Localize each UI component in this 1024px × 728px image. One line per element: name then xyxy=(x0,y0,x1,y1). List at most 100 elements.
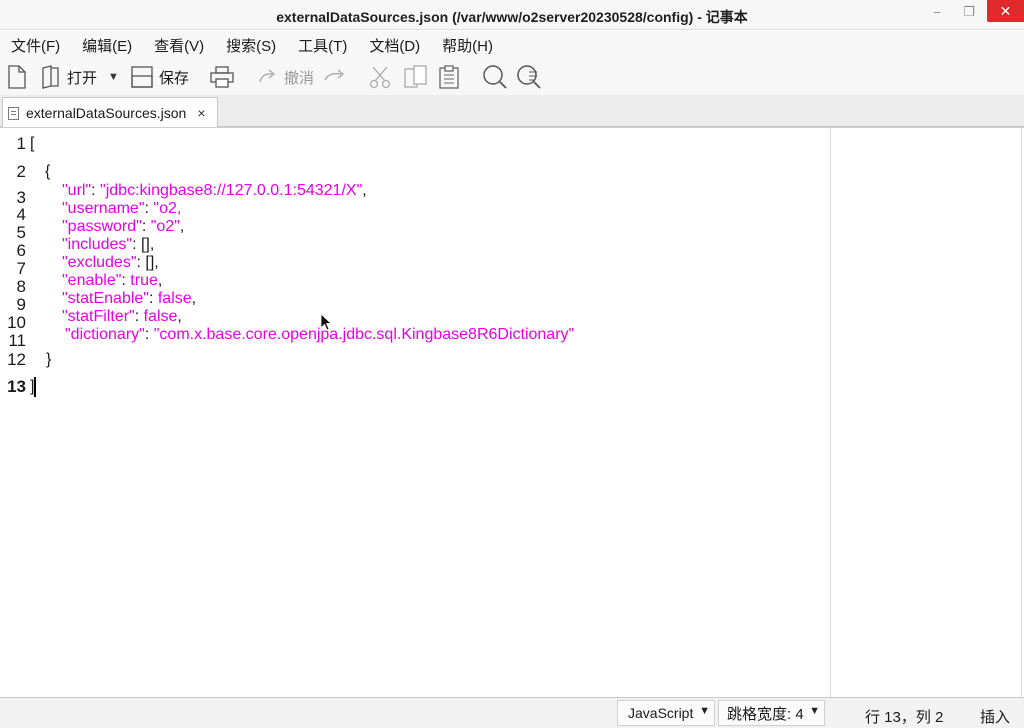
mouse-pointer-icon xyxy=(320,313,333,331)
text-caret xyxy=(34,377,36,397)
replace-button[interactable] xyxy=(516,59,542,95)
menu-search[interactable]: 搜索(S) xyxy=(226,35,276,56)
editor-edge xyxy=(1021,128,1022,698)
code-line: "includes": [], xyxy=(62,236,155,253)
json-key: "url" xyxy=(62,182,92,199)
tab-externaldatasources[interactable]: externalDataSources.json × xyxy=(2,97,218,128)
document-icon xyxy=(8,106,19,120)
json-value: false xyxy=(157,290,192,307)
menu-edit[interactable]: 编辑(E) xyxy=(82,35,132,56)
replace-icon xyxy=(517,65,541,89)
json-key: "excludes" xyxy=(62,254,137,271)
undo-label: 撤消 xyxy=(284,69,315,87)
toolbar: 打开 ▼ 保存 撤消 xyxy=(0,59,1024,95)
save-icon xyxy=(131,66,153,88)
new-file-button[interactable] xyxy=(7,59,27,95)
open-label: 打开 xyxy=(67,69,98,87)
print-button[interactable] xyxy=(210,59,234,95)
open-dropdown-arrow[interactable]: ▼ xyxy=(108,59,119,95)
line-number: 10 xyxy=(7,313,26,332)
insert-mode-indicator[interactable]: 插入 xyxy=(980,706,1010,727)
code-line: [ xyxy=(30,135,35,152)
code-line: "excludes": [], xyxy=(62,254,159,271)
undo-button[interactable]: 撤消 xyxy=(258,59,314,95)
status-bar: JavaScript ▼ 跳格宽度: 4 ▼ 行 13，列 2 插入 xyxy=(0,697,1024,728)
json-key: "password" xyxy=(62,218,142,235)
json-value: [], xyxy=(145,254,159,271)
line-number: 5 xyxy=(16,223,26,242)
tab-width-label: 跳格宽度: 4 xyxy=(727,705,804,723)
save-label: 保存 xyxy=(159,69,190,87)
line-number: 7 xyxy=(16,259,26,278)
title-bar: externalDataSources.json (/var/www/o2ser… xyxy=(0,0,1024,30)
close-button[interactable]: ✕ xyxy=(987,0,1024,22)
line-number: 2 xyxy=(16,162,26,181)
line-number: 11 xyxy=(8,331,26,350)
json-key: "dictionary" xyxy=(65,326,145,343)
copy-button[interactable] xyxy=(404,59,428,95)
maximize-button[interactable]: ❐ xyxy=(954,0,984,24)
tab-label: externalDataSources.json xyxy=(26,105,187,121)
json-value: "o2" xyxy=(150,218,180,235)
window-title: externalDataSources.json (/var/www/o2ser… xyxy=(276,9,748,25)
code-line: "statFilter": false, xyxy=(62,308,182,325)
json-value: [], xyxy=(140,236,155,253)
find-button[interactable] xyxy=(482,59,508,95)
print-icon xyxy=(210,66,234,88)
line-number: 12 xyxy=(7,350,26,369)
code-line: { xyxy=(45,163,51,180)
cursor-position: 行 13，列 2 xyxy=(865,709,944,726)
menu-documents[interactable]: 文档(D) xyxy=(369,35,420,56)
tab-width-selector[interactable]: 跳格宽度: 4 ▼ xyxy=(718,700,825,726)
language-label: JavaScript xyxy=(628,705,694,721)
cut-button[interactable] xyxy=(369,59,391,95)
paste-button[interactable] xyxy=(438,59,460,95)
paste-icon xyxy=(439,65,459,89)
open-file-icon xyxy=(42,65,59,89)
json-key: "username" xyxy=(62,200,145,217)
menu-bar: 文件(F) 编辑(E) 查看(V) 搜索(S) 工具(T) 文档(D) 帮助(H… xyxy=(0,31,1024,59)
undo-icon xyxy=(259,69,276,83)
json-value: false xyxy=(143,308,178,325)
minimize-button[interactable]: − xyxy=(922,0,952,24)
json-value: "jdbc:kingbase8://127.0.0.1:54321/X" xyxy=(100,182,363,199)
chevron-down-icon: ▼ xyxy=(809,705,820,717)
redo-icon xyxy=(324,69,345,81)
code-line: "url": "jdbc:kingbase8://127.0.0.1:54321… xyxy=(62,182,367,199)
code-line: } xyxy=(46,351,52,368)
text-editor[interactable]: 1 2 3 4 5 6 7 8 9 10 11 12 13 [ { "url":… xyxy=(0,127,1024,698)
line-number: 9 xyxy=(16,295,26,314)
menu-tools[interactable]: 工具(T) xyxy=(298,35,347,56)
json-value: "com.x.base.core.openjpa.jdbc.sql.Kingba… xyxy=(153,326,575,343)
code-line: "enable": true, xyxy=(62,272,163,289)
line-number: 6 xyxy=(16,241,26,260)
json-key: "enable" xyxy=(62,272,122,289)
open-button[interactable]: 打开 xyxy=(41,59,97,95)
find-icon xyxy=(483,65,507,89)
menu-view[interactable]: 查看(V) xyxy=(154,35,204,56)
language-selector[interactable]: JavaScript ▼ xyxy=(617,700,715,726)
chevron-down-icon: ▼ xyxy=(699,705,710,717)
json-key: "includes" xyxy=(62,236,133,253)
tab-close-button[interactable]: × xyxy=(197,105,205,121)
json-key: "statFilter" xyxy=(62,308,135,325)
code-line: "username": "o2, xyxy=(62,200,182,217)
json-key: "statEnable" xyxy=(62,290,149,307)
line-number-current: 13 xyxy=(7,377,26,396)
json-value: "o2, xyxy=(153,200,182,217)
menu-file[interactable]: 文件(F) xyxy=(11,35,60,56)
line-number: 8 xyxy=(16,277,26,296)
redo-button[interactable] xyxy=(323,59,349,95)
copy-icon xyxy=(404,65,427,88)
line-number: 1 xyxy=(16,134,26,153)
menu-help[interactable]: 帮助(H) xyxy=(442,35,493,56)
document-tab-bar: externalDataSources.json × xyxy=(0,95,1024,128)
right-margin-line xyxy=(830,128,831,698)
code-line: "statEnable": false, xyxy=(62,290,197,307)
save-button[interactable]: 保存 xyxy=(131,59,189,95)
json-value: true xyxy=(130,272,158,289)
code-line: "password": "o2", xyxy=(62,218,185,235)
line-number: 4 xyxy=(16,205,26,224)
cut-icon xyxy=(369,66,391,89)
new-file-icon xyxy=(8,65,26,89)
